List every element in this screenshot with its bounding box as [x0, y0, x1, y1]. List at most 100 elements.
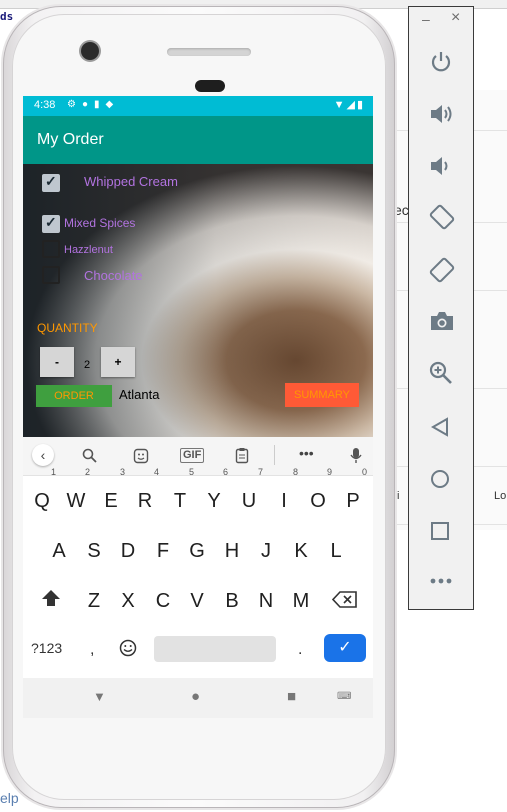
- status-bar: 4:38 ⚙●▮◆ ▼◢▮: [23, 96, 373, 116]
- more-icon[interactable]: [429, 577, 453, 585]
- ide-help-link[interactable]: elp: [0, 790, 19, 806]
- clipboard-icon[interactable]: [235, 447, 249, 464]
- hazzlenut-checkbox[interactable]: [42, 240, 60, 258]
- key-k[interactable]: K: [285, 531, 317, 571]
- key-j[interactable]: J: [250, 531, 282, 571]
- emulator-toolbar: – ×: [408, 6, 474, 610]
- chocolate-checkbox[interactable]: [42, 266, 60, 284]
- key-y[interactable]: Y6: [198, 467, 230, 521]
- keyboard-suggestion-strip: ‹ GIF •••: [23, 437, 373, 476]
- key-l[interactable]: L: [320, 531, 352, 571]
- volume-down-icon[interactable]: [429, 154, 453, 178]
- ide-fragment-text: ec: [394, 202, 409, 218]
- key-h[interactable]: H: [216, 531, 248, 571]
- key-hint: 8: [292, 467, 298, 477]
- key-n[interactable]: N: [250, 581, 282, 621]
- camera-icon[interactable]: [429, 310, 455, 332]
- back-icon[interactable]: [429, 416, 451, 438]
- close-button[interactable]: ×: [451, 9, 460, 27]
- earpiece-speaker: [167, 48, 251, 56]
- key-label: U: [241, 490, 257, 512]
- key-i[interactable]: I8: [268, 467, 300, 521]
- comma-key[interactable]: ,: [90, 641, 94, 659]
- shift-icon[interactable]: [41, 589, 61, 607]
- key-o[interactable]: O9: [302, 467, 334, 521]
- key-x[interactable]: X: [112, 581, 144, 621]
- mic-icon[interactable]: [350, 447, 362, 464]
- key-z[interactable]: Z: [78, 581, 110, 621]
- ide-fragment-text: Lo: [494, 490, 507, 502]
- order-form: Whipped Cream Mixed Spices Hazzlenut Cho…: [23, 164, 373, 437]
- whipped-cream-checkbox[interactable]: [42, 173, 60, 192]
- mixed-spices-label: Mixed Spices: [64, 216, 136, 230]
- key-q[interactable]: Q1: [26, 467, 58, 521]
- power-icon[interactable]: [429, 50, 453, 74]
- summary-button[interactable]: SUMMARY: [285, 383, 359, 407]
- soft-keyboard: ‹ GIF ••• Q1 W2 E3 R4 T5 Y6 U7 I8 O9 P0 …: [23, 437, 373, 678]
- nav-home-icon[interactable]: ●: [191, 688, 200, 705]
- nav-overview-icon[interactable]: ■: [287, 688, 296, 705]
- gif-icon[interactable]: GIF: [180, 448, 205, 463]
- city-input[interactable]: Atlanta: [119, 387, 159, 402]
- minimize-button[interactable]: –: [422, 11, 430, 27]
- suggestion-divider: [274, 445, 275, 465]
- key-p[interactable]: P0: [337, 467, 369, 521]
- hazzlenut-label: Hazzlenut: [64, 244, 113, 256]
- status-notification-icons: ⚙●▮◆: [67, 99, 120, 110]
- key-hint: 2: [84, 467, 90, 477]
- volume-up-icon[interactable]: [429, 102, 455, 126]
- key-b[interactable]: B: [216, 581, 248, 621]
- more-icon[interactable]: •••: [299, 445, 314, 461]
- period-key[interactable]: .: [298, 641, 302, 659]
- home-icon[interactable]: [429, 468, 451, 490]
- increment-button[interactable]: +: [101, 347, 135, 377]
- front-camera: [81, 42, 99, 60]
- key-c[interactable]: C: [147, 581, 179, 621]
- quantity-value: 2: [84, 359, 91, 371]
- rotate-right-icon[interactable]: [429, 257, 455, 283]
- key-a[interactable]: A: [43, 531, 75, 571]
- key-label: T: [173, 490, 187, 512]
- key-g[interactable]: G: [181, 531, 213, 571]
- mixed-spices-checkbox[interactable]: [42, 214, 60, 233]
- key-u[interactable]: U7: [233, 467, 265, 521]
- key-label: W: [66, 490, 86, 512]
- back-icon[interactable]: ‹: [32, 444, 54, 466]
- key-hint: 4: [153, 467, 159, 477]
- enter-key[interactable]: ✓: [324, 634, 366, 662]
- key-label: Q: [34, 490, 50, 512]
- backspace-icon[interactable]: [332, 591, 358, 608]
- nav-back-icon[interactable]: ▼: [93, 689, 106, 704]
- key-d[interactable]: D: [112, 531, 144, 571]
- system-navigation-bar: ▼ ● ■ ⌨: [23, 678, 373, 718]
- key-f[interactable]: F: [147, 531, 179, 571]
- key-w[interactable]: W2: [60, 467, 92, 521]
- decrement-button[interactable]: -: [40, 347, 74, 377]
- key-hint: 6: [222, 467, 228, 477]
- key-hint: 1: [50, 467, 56, 477]
- emoji-icon[interactable]: [119, 639, 137, 657]
- search-icon[interactable]: [82, 448, 98, 464]
- whipped-cream-label: Whipped Cream: [84, 174, 178, 189]
- key-label: R: [137, 490, 153, 512]
- space-key[interactable]: [154, 636, 276, 662]
- key-hint: 3: [119, 467, 125, 477]
- status-system-icons: ▼◢▮: [333, 99, 365, 111]
- key-e[interactable]: E3: [95, 467, 127, 521]
- key-m[interactable]: M: [285, 581, 317, 621]
- symbols-key[interactable]: ?123: [31, 640, 62, 656]
- key-r[interactable]: R4: [129, 467, 161, 521]
- overview-icon[interactable]: [429, 520, 451, 542]
- order-button[interactable]: ORDER: [36, 385, 112, 407]
- rotate-left-icon[interactable]: [429, 204, 455, 230]
- zoom-icon[interactable]: [429, 361, 453, 385]
- nav-keyboard-icon[interactable]: ⌨: [337, 691, 351, 702]
- key-label: Y: [207, 490, 221, 512]
- key-hint: 0: [361, 467, 367, 477]
- key-label: O: [310, 490, 326, 512]
- key-v[interactable]: V: [181, 581, 213, 621]
- key-s[interactable]: S: [78, 531, 110, 571]
- sticker-icon[interactable]: [133, 448, 149, 464]
- key-t[interactable]: T5: [164, 467, 196, 521]
- chocolate-label: Chocolate: [84, 268, 143, 283]
